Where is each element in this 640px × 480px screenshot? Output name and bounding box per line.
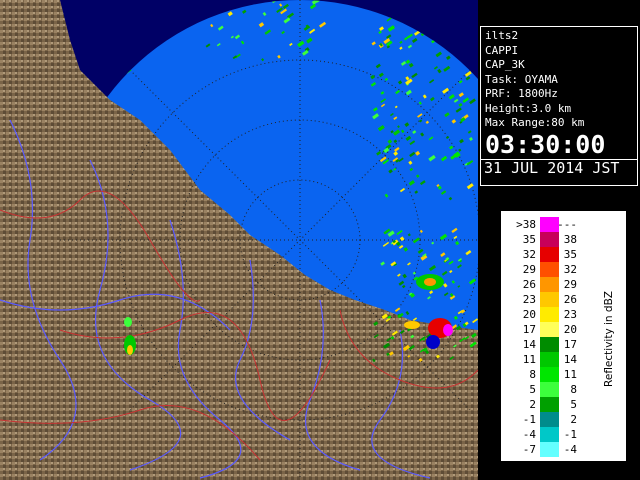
- legend-unit-label: Reflectivity in dBZ: [603, 291, 615, 387]
- echo-cell: [443, 324, 453, 336]
- height-label: Height:3.0 km: [485, 101, 572, 115]
- legend-high-label: 32: [564, 263, 577, 276]
- max-range-label: Max Range:80 km: [485, 116, 585, 129]
- legend-low-label: 20: [523, 308, 536, 321]
- product-id: ilts2: [485, 29, 519, 42]
- legend-swatch: [540, 412, 559, 427]
- color-legend: >38 --- 35 38 32 35 29 32 26 29 23 26 20 23 17 20 14 17 11…: [500, 210, 627, 462]
- legend-low-label: 32: [523, 248, 536, 261]
- legend-low-label: 2: [529, 398, 536, 411]
- legend-high-label: 17: [564, 338, 577, 351]
- task-label: Task: OYAMA: [485, 72, 558, 86]
- legend-high-label: -1: [564, 428, 577, 441]
- legend-low-label: 14: [523, 338, 537, 351]
- legend-swatch: [540, 442, 559, 457]
- legend-high-label: ---: [557, 218, 577, 231]
- legend-low-label: 8: [529, 368, 536, 381]
- legend-low-label: 35: [523, 233, 536, 246]
- legend-swatch: [540, 292, 559, 307]
- time-display: 03:30:00: [485, 129, 606, 159]
- legend-high-label: 5: [570, 398, 577, 411]
- legend-low-label: 29: [523, 263, 536, 276]
- legend-low-label: -1: [523, 413, 536, 426]
- legend-low-label: 5: [529, 383, 536, 396]
- legend-swatch: [540, 232, 559, 247]
- legend-low-label: 11: [523, 353, 536, 366]
- echo-cell: [404, 321, 420, 329]
- product-info-panel: ilts2 CAPPI CAP_3K Task: OYAMA PRF: 1800…: [480, 26, 638, 186]
- legend-swatch: [540, 427, 559, 442]
- legend-high-label: 8: [570, 383, 577, 396]
- legend-low-label: >38: [516, 218, 536, 231]
- legend-swatch: [540, 382, 559, 397]
- legend-low-label: 23: [523, 293, 536, 306]
- echo-cell: [424, 278, 436, 286]
- legend-high-label: 14: [564, 353, 578, 366]
- legend-high-label: 2: [570, 413, 577, 426]
- legend-high-label: 38: [564, 233, 577, 246]
- date-display: 31 JUL 2014 JST: [481, 158, 637, 177]
- legend-swatch: [540, 397, 559, 412]
- product-type: CAPPI: [485, 43, 519, 57]
- legend-high-label: -4: [564, 443, 578, 456]
- echo-cell: [426, 335, 440, 349]
- legend-swatch: [540, 337, 559, 352]
- prf-label: PRF: 1800Hz: [485, 87, 558, 100]
- legend-swatch: [540, 277, 559, 292]
- legend-high-label: 20: [564, 323, 577, 336]
- radar-map: [0, 0, 478, 480]
- legend-high-label: 11: [564, 368, 577, 381]
- legend-swatch: [540, 262, 559, 277]
- legend-low-label: -7: [523, 443, 536, 456]
- legend-high-label: 29: [564, 278, 577, 291]
- legend-swatch: [540, 352, 559, 367]
- legend-swatch: [540, 247, 559, 262]
- legend-swatch: [540, 367, 559, 382]
- product-name: CAP_3K: [485, 58, 525, 71]
- legend-low-label: 26: [523, 278, 536, 291]
- legend-high-label: 26: [564, 293, 577, 306]
- legend-low-label: 17: [523, 323, 536, 336]
- legend-low-label: -4: [523, 428, 537, 441]
- legend-high-label: 23: [564, 308, 577, 321]
- legend-high-label: 35: [564, 248, 577, 261]
- legend-swatch: [540, 322, 559, 337]
- legend-swatch: [540, 307, 559, 322]
